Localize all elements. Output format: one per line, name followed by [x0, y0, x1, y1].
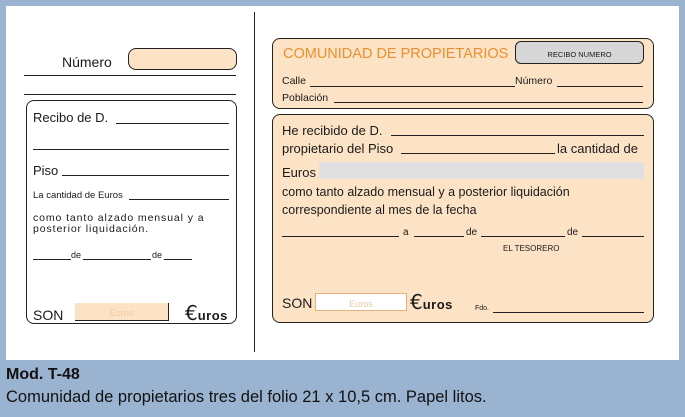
- calle-line[interactable]: [310, 86, 515, 87]
- receipt-euro-icon: €uros: [410, 290, 453, 314]
- receipt-son-label: SON: [282, 295, 313, 311]
- stub-recibo-line-2[interactable]: [33, 149, 229, 150]
- stub-son-placeholder: Euros: [109, 308, 134, 318]
- euros-label: Euros: [282, 165, 316, 180]
- stub-divider-top: [24, 75, 236, 76]
- stub-son-field[interactable]: Euros: [75, 303, 169, 321]
- stub-date-month-line[interactable]: [83, 259, 151, 260]
- stub-recibo-label: Recibo de D.: [33, 110, 109, 125]
- perforation-line: [254, 12, 255, 352]
- stub-cantidad-label: La cantidad de Euros: [33, 190, 123, 201]
- stub-euro-icon: €uros: [185, 301, 228, 325]
- receipt-date-day-line[interactable]: [414, 236, 464, 237]
- receipt-sheet: Número Recibo de D. Piso La cantidad de …: [6, 6, 679, 360]
- stub-date-year-line[interactable]: [164, 259, 192, 260]
- receipt-date-place-line[interactable]: [282, 236, 399, 237]
- stub-date-de2: de: [152, 250, 163, 260]
- receipt-date-de1: de: [466, 227, 478, 238]
- stub-numero-label: Número: [62, 54, 112, 70]
- receipt-concepto: como tanto alzado mensual y a posterior …: [282, 185, 570, 217]
- receipt-euros-word: uros: [422, 297, 453, 312]
- calle-label: Calle: [282, 75, 306, 87]
- stub-divider-second: [24, 94, 236, 95]
- stub-piso-line[interactable]: [62, 175, 229, 176]
- receipt-date-de2: de: [567, 227, 579, 238]
- propietario-piso-label: propietario del Piso: [282, 141, 394, 156]
- receipt-son-placeholder: Euros: [349, 299, 373, 309]
- recibo-numero-label: RECIBO NUMERO: [547, 50, 612, 59]
- stub-recibo-line[interactable]: [116, 123, 229, 124]
- header-numero-label: Número: [515, 75, 553, 87]
- fdo-label: Fdo.: [475, 305, 490, 312]
- la-cantidad-de-label: la cantidad de: [557, 141, 638, 156]
- piso-line[interactable]: [401, 153, 555, 154]
- model-code: Mod. T-48: [6, 366, 80, 383]
- stub-panel: Recibo de D. Piso La cantidad de Euros c…: [26, 100, 237, 325]
- fdo-signature-line[interactable]: [493, 312, 644, 313]
- model-description: Comunidad de propietarios tres del folio…: [6, 388, 487, 406]
- stub-concepto: como tanto alzado mensual y a posterior …: [33, 212, 205, 235]
- he-recibido-label: He recibido de D.: [282, 123, 383, 138]
- recibo-numero-box[interactable]: RECIBO NUMERO: [515, 41, 644, 64]
- receipt-header-panel: COMUNIDAD DE PROPIETARIOS RECIBO NUMERO …: [272, 38, 654, 109]
- stub-euros-word: uros: [197, 308, 228, 323]
- euros-amount-field[interactable]: [319, 162, 644, 179]
- receipt-date-month-line[interactable]: [481, 236, 565, 237]
- receipt-son-field[interactable]: Euros: [315, 293, 407, 311]
- stub-date-de1: de: [71, 250, 82, 260]
- poblacion-label: Población: [282, 92, 329, 104]
- stub-son-label: SON: [33, 307, 64, 323]
- receipt-date-a: a: [403, 227, 409, 238]
- stub-date-day-line[interactable]: [33, 259, 71, 260]
- header-numero-line[interactable]: [557, 86, 643, 87]
- stub-cantidad-line[interactable]: [129, 199, 229, 200]
- receipt-body-panel: He recibido de D. propietario del Piso l…: [272, 114, 654, 323]
- poblacion-line[interactable]: [334, 102, 643, 103]
- receipt-date-year-line[interactable]: [582, 236, 644, 237]
- receipt-title: COMUNIDAD DE PROPIETARIOS: [283, 46, 509, 62]
- he-recibido-line[interactable]: [391, 135, 644, 136]
- stub-piso-label: Piso: [33, 163, 59, 178]
- stub-numero-field[interactable]: [128, 48, 237, 70]
- tesorero-label: EL TESORERO: [503, 244, 560, 253]
